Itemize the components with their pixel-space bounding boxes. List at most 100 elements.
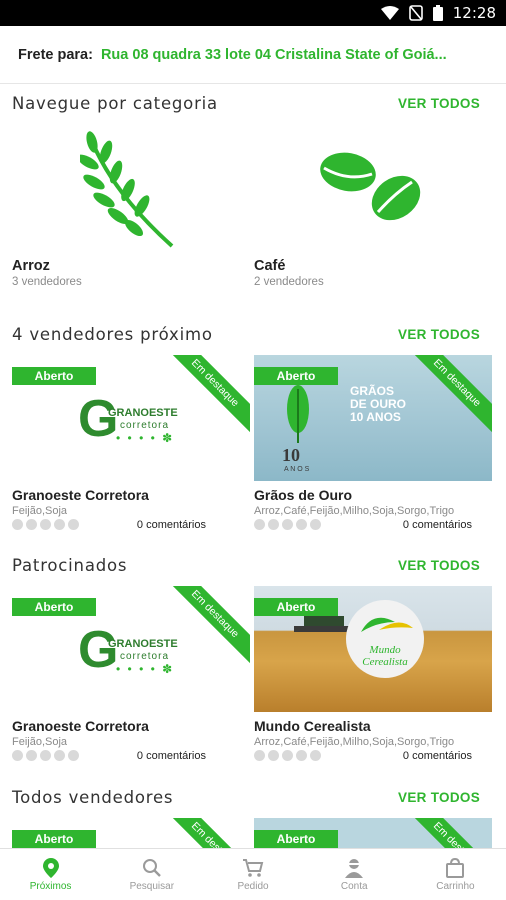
comments-count: 0 comentários [136,750,206,762]
nav-label: Pedido [237,880,269,892]
star-icon [254,750,265,761]
nav-label: Próximos [29,880,72,892]
vendor-image: 10 A N O S GRÃOS DE OURO 10 ANOS Aberto … [254,355,492,481]
star-icon [26,750,37,761]
nav-carrinho[interactable]: Carrinho [405,849,506,900]
logo-text: GRANOESTE [108,407,178,419]
mundo-cerealista-logo: Mundo Cerealista [346,600,424,678]
vendor-card[interactable]: Aberto Em destaque [254,818,492,848]
open-badge: Aberto [254,830,338,848]
vendor-tags: Feijão,Soja [12,505,68,517]
star-icon [68,519,79,530]
categories-title: Navegue por categoria [12,94,218,113]
comments-count: 0 comentários [402,519,472,531]
vendor-name: Grãos de Ouro [254,487,353,503]
vendor-image: Aberto Em destaque [12,818,250,848]
vendor-card-mundo-cerealista[interactable]: Mundo Cerealista Aberto Mundo Cerealista… [254,586,492,762]
vendor-name: Mundo Cerealista [254,718,371,734]
banner-line: 10 ANOS [350,410,401,424]
nav-pesquisar[interactable]: Pesquisar [101,849,202,900]
featured-ribbon: Em destaque [396,818,492,848]
wifi-icon [380,6,399,20]
granoeste-logo: G GRANOESTE corretora • • • • ✽ [78,390,178,448]
no-sim-icon [408,5,423,21]
vendor-card-granoeste[interactable]: G GRANOESTE corretora • • • • ✽ Aberto E… [12,355,250,531]
star-icon [310,519,321,530]
star-icon [310,750,321,761]
category-vendor-count: 2 vendedores [254,276,324,288]
open-badge: Aberto [254,598,338,616]
categories-see-all-button[interactable]: VER TODOS [398,96,480,111]
logo-text: GRANOESTE [108,638,178,650]
category-cafe[interactable]: Café 2 vendedores [254,124,484,296]
all-vendors-title: Todos vendedores [12,788,174,807]
nav-proximos[interactable]: Próximos [0,849,101,900]
star-icon [268,519,279,530]
vendor-image: G GRANOESTE corretora • • • • ✽ Aberto E… [12,355,250,481]
star-icon [296,519,307,530]
status-time: 12:28 [452,4,496,22]
logo-subtext: Cerealista [362,656,408,668]
cart-icon [243,858,264,877]
category-name: Café [254,258,286,274]
sponsored-see-all-button[interactable]: VER TODOS [398,558,480,573]
graos-de-ouro-logo: 10 A N O S [282,385,310,473]
vendor-card[interactable]: Aberto Em destaque [12,818,250,848]
shipping-address-bar[interactable]: Frete para: Rua 08 quadra 33 lote 04 Cri… [0,26,506,84]
vendor-image: G GRANOESTE corretora • • • • ✽ Aberto E… [12,586,250,712]
nav-label: Pesquisar [129,880,175,892]
star-icon [54,519,65,530]
shipping-label: Frete para: [18,46,93,63]
vendor-image: Aberto Em destaque [254,818,492,848]
rating-stars [254,750,321,761]
rating-stars [254,519,321,530]
comments-count: 0 comentários [402,750,472,762]
star-icon [296,750,307,761]
logo-subtext: corretora [120,651,170,662]
shopping-bag-icon [446,857,465,878]
star-icon [254,519,265,530]
featured-ribbon: Em destaque [396,355,492,444]
granoeste-logo: G GRANOESTE corretora • • • • ✽ [78,621,178,679]
star-icon [68,750,79,761]
vendor-card-granoeste[interactable]: G GRANOESTE corretora • • • • ✽ Aberto E… [12,586,250,762]
rating-stars [12,519,79,530]
location-pin-icon [42,857,59,878]
category-arroz[interactable]: Arroz 3 vendedores [12,124,242,296]
star-icon [12,519,23,530]
star-icon [40,519,51,530]
open-badge: Aberto [254,367,338,385]
star-icon [282,750,293,761]
rating-stars [12,750,79,761]
banner-text: GRÃOS DE OURO 10 ANOS [350,385,406,424]
bottom-navigation: Próximos Pesquisar Pedido Conta Carrinho [0,848,506,900]
logo-subtext: corretora [120,420,170,431]
vendor-tags: Feijão,Soja [12,736,68,748]
coffee-beans-icon [320,152,421,221]
nav-label: Conta [340,880,368,892]
featured-ribbon: Em destaque [154,818,250,848]
all-vendors-see-all-button[interactable]: VER TODOS [398,790,480,805]
vendor-name: Granoeste Corretora [12,487,149,503]
open-badge: Aberto [12,830,96,848]
vendor-tags: Arroz,Café,Feijão,Milho,Soja,Sorgo,Trigo [254,505,455,517]
star-icon [268,750,279,761]
svg-text:A N O S: A N O S [284,466,310,473]
vendor-tags: Arroz,Café,Feijão,Milho,Soja,Sorgo,Trigo [254,736,455,748]
star-icon [40,750,51,761]
logo-text: Mundo [369,644,401,656]
leaf-icon [361,617,413,632]
nav-conta[interactable]: Conta [304,849,405,900]
vendor-card-graos-de-ouro[interactable]: 10 A N O S GRÃOS DE OURO 10 ANOS Aberto … [254,355,492,531]
star-icon [54,750,65,761]
star-icon [282,519,293,530]
user-icon [345,858,364,878]
nav-pedido[interactable]: Pedido [202,849,303,900]
shipping-address[interactable]: Rua 08 quadra 33 lote 04 Cristalina Stat… [101,47,447,63]
sponsored-title: Patrocinados [12,556,128,575]
nav-label: Carrinho [436,880,475,892]
star-icon [12,750,23,761]
category-name: Arroz [12,258,50,274]
nearby-see-all-button[interactable]: VER TODOS [398,327,480,342]
star-icon [26,519,37,530]
